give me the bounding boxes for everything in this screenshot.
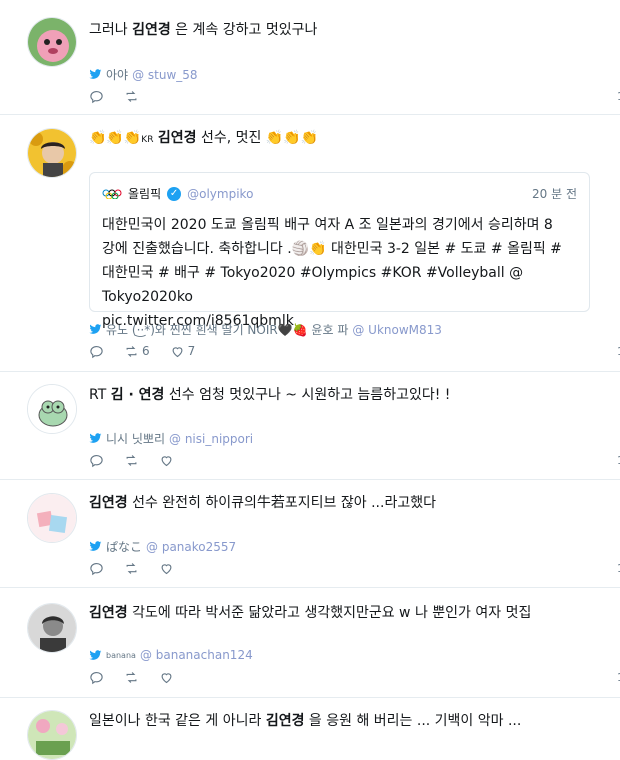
avatar[interactable] xyxy=(27,493,77,543)
retweet-icon xyxy=(126,562,137,574)
reply-icon xyxy=(90,562,103,575)
twitter-bird-icon xyxy=(89,433,102,443)
action-bar: 1 xyxy=(89,87,620,105)
action-bar: 1 xyxy=(89,451,620,469)
via-name: 아야 xyxy=(106,68,129,82)
quote-header: 올림픽 ✓ @olympiko xyxy=(102,185,253,202)
avatar[interactable] xyxy=(27,710,77,760)
like-button[interactable] xyxy=(159,561,174,576)
via-line: banana @ bananachan124 xyxy=(89,648,253,662)
reply-button[interactable] xyxy=(89,670,104,685)
tweet-text: RT 김 · 연경 선수 엄청 멋있구나 ~ 시원하고 늠름하고있다! ! xyxy=(89,387,451,403)
via-handle[interactable]: @ UknowM813 xyxy=(352,323,442,337)
via-handle[interactable]: @ panako2557 xyxy=(146,540,236,554)
like-button[interactable] xyxy=(159,453,174,468)
tweet-2: 👏👏👏KR 김연경 선수, 멋진 👏👏👏 올림픽 ✓ @olympiko 20 … xyxy=(0,115,620,372)
like-icon xyxy=(161,563,172,574)
reply-button[interactable] xyxy=(89,561,104,576)
quote-time: 20 분 전 xyxy=(532,187,577,201)
reply-icon xyxy=(90,671,103,684)
tweet-text: 👏👏👏KR 김연경 선수, 멋진 👏👏👏 xyxy=(89,130,319,146)
action-bar: 1 xyxy=(89,668,620,686)
retweet-icon xyxy=(126,90,137,102)
reply-icon xyxy=(90,345,103,358)
action-bar: 6 7 1 xyxy=(89,342,620,360)
via-name: 니시 닛뽀리 xyxy=(106,432,166,446)
via-line: 아야 @ stuw_58 xyxy=(89,66,198,83)
like-icon xyxy=(161,455,172,466)
tweet-3: RT 김 · 연경 선수 엄청 멋있구나 ~ 시원하고 늠름하고있다! ! 니시… xyxy=(0,372,620,480)
reply-button[interactable] xyxy=(89,89,104,104)
tweet-text: 그러나 김연경 은 계속 강하고 멋있구나 xyxy=(89,22,318,38)
avatar[interactable] xyxy=(27,603,77,653)
via-line: 니시 닛뽀리 @ nisi_nippori xyxy=(89,430,253,447)
avatar[interactable] xyxy=(27,128,77,178)
retweet-icon xyxy=(126,454,137,466)
like-button[interactable]: 7 xyxy=(170,344,196,359)
retweet-count: 6 xyxy=(142,344,150,358)
tweet-1: 그러나 김연경 은 계속 강하고 멋있구나 아야 @ stuw_58 1 xyxy=(0,0,620,115)
avatar[interactable] xyxy=(27,384,77,434)
retweet-button[interactable] xyxy=(124,453,139,468)
retweet-button[interactable]: 6 xyxy=(124,344,150,359)
twitter-bird-icon xyxy=(89,324,102,334)
tweet-text: 김연경 선수 완전히 하이큐의牛若포지티브 잖아 ...라고했다 xyxy=(89,495,436,511)
retweet-icon xyxy=(126,345,137,357)
olympic-rings-icon xyxy=(102,189,122,199)
avatar[interactable] xyxy=(27,17,77,67)
via-name: 유노 (·͜·*)와 찐찐 흰색 딸기 NOIR🖤🍓 윤호 파 xyxy=(106,323,349,337)
retweet-icon xyxy=(126,671,137,683)
reply-button[interactable] xyxy=(89,453,104,468)
action-bar: 1 xyxy=(89,559,620,577)
tweet-text: 일본이나 한국 같은 게 아니라 김연경 을 응원 해 버리는 ... 기백이 … xyxy=(89,713,522,729)
tweet-6: 일본이나 한국 같은 게 아니라 김연경 을 응원 해 버리는 ... 기백이 … xyxy=(0,698,620,760)
quoted-tweet[interactable]: 올림픽 ✓ @olympiko 20 분 전 대한민국이 2020 도쿄 올림픽… xyxy=(89,172,590,329)
via-name: ぱなこ xyxy=(106,540,143,554)
tweet-4: 김연경 선수 완전히 하이큐의牛若포지티브 잖아 ...라고했다 ぱなこ @ p… xyxy=(0,480,620,588)
via-handle[interactable]: @ bananachan124 xyxy=(140,648,253,662)
verified-icon: ✓ xyxy=(167,186,182,201)
reply-button[interactable] xyxy=(89,344,104,359)
via-handle[interactable]: @ nisi_nippori xyxy=(169,432,253,446)
via-line: ぱなこ @ panako2557 xyxy=(89,538,236,555)
retweet-button[interactable] xyxy=(124,561,139,576)
reply-icon xyxy=(90,454,103,467)
retweet-button[interactable] xyxy=(124,670,139,685)
quote-text: 대한민국이 2020 도쿄 올림픽 배구 여자 A 조 일본과의 경기에서 승리… xyxy=(102,217,562,329)
like-icon xyxy=(161,672,172,683)
tweet-5: 김연경 각도에 따라 박서준 닮았라고 생각했지만군요 w 나 뿐인가 여자 멋… xyxy=(0,588,620,698)
like-count: 7 xyxy=(187,344,196,358)
via-handle[interactable]: @ stuw_58 xyxy=(132,68,197,82)
quote-handle[interactable]: @olympiko xyxy=(187,187,253,201)
twitter-bird-icon xyxy=(89,649,102,660)
via-line: 유노 (·͜·*)와 찐찐 흰색 딸기 NOIR🖤🍓 윤호 파 @ UknowM… xyxy=(89,321,442,338)
retweet-button[interactable] xyxy=(124,89,139,104)
tweet-text: 김연경 각도에 따라 박서준 닮았라고 생각했지만군요 w 나 뿐인가 여자 멋… xyxy=(89,605,532,621)
quote-name: 올림픽 xyxy=(128,187,162,201)
twitter-bird-icon xyxy=(89,69,102,79)
like-icon xyxy=(172,346,183,357)
like-button[interactable] xyxy=(159,670,174,685)
twitter-bird-icon xyxy=(89,541,102,551)
reply-icon xyxy=(90,90,103,103)
via-name: banana xyxy=(106,650,136,660)
